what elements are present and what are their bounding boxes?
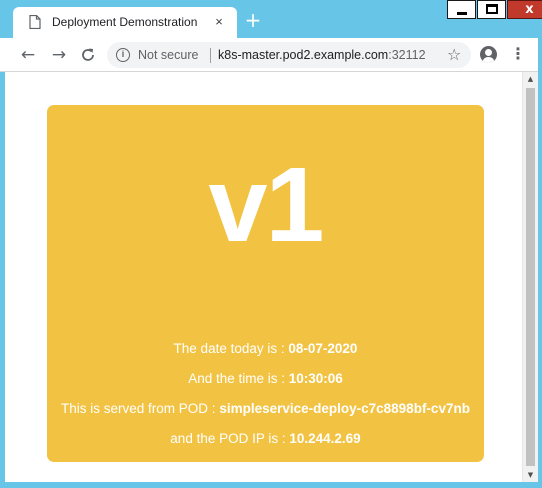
url-port: :32112	[388, 48, 426, 62]
scroll-up-icon[interactable]: ▲	[523, 72, 538, 86]
time-label: And the time is :	[188, 371, 289, 386]
pod-label: This is served from POD :	[61, 401, 220, 416]
forward-button[interactable]: →	[48, 44, 70, 66]
deployment-card: v1 The date today is : 08-07-2020 And th…	[47, 105, 484, 462]
address-bar[interactable]: i Not secure k8s-master.pod2.example.com…	[107, 42, 471, 68]
ip-value: 10.244.2.69	[289, 431, 361, 446]
close-icon: x	[525, 2, 534, 17]
browser-tab[interactable]: Deployment Demonstration ×	[13, 7, 237, 38]
page-viewport: v1 The date today is : 08-07-2020 And th…	[5, 72, 522, 482]
version-heading: v1	[208, 146, 325, 264]
maximize-icon	[486, 4, 498, 14]
maximize-button[interactable]	[477, 0, 506, 19]
account-icon[interactable]	[480, 46, 497, 63]
menu-icon[interactable]: ⋮	[510, 43, 526, 65]
url-divider	[210, 48, 211, 63]
time-line: And the time is : 10:30:06	[37, 371, 494, 386]
minimize-icon	[457, 12, 467, 15]
ip-label: and the POD IP is :	[170, 431, 290, 446]
tab-close-icon[interactable]: ×	[211, 14, 227, 30]
url-host: k8s-master.pod2.example.com	[218, 48, 389, 62]
window-frame-right	[538, 38, 542, 488]
star-icon[interactable]: ☆	[447, 45, 461, 64]
minimize-button[interactable]	[447, 0, 476, 19]
new-tab-button[interactable]: +	[243, 10, 263, 31]
window-controls: x	[447, 0, 542, 20]
back-button[interactable]: ←	[17, 44, 39, 66]
account-head	[485, 49, 492, 56]
page-icon	[29, 15, 41, 29]
pod-line: This is served from POD : simpleservice-…	[37, 401, 494, 416]
title-bar: Deployment Demonstration × + x	[0, 0, 542, 38]
reload-button[interactable]	[77, 44, 99, 66]
date-value: 08-07-2020	[288, 341, 358, 356]
reload-icon	[82, 48, 94, 61]
security-label[interactable]: Not secure	[138, 48, 198, 62]
window-close-button[interactable]: x	[507, 0, 542, 19]
info-icon[interactable]: i	[116, 48, 130, 62]
url-text[interactable]: k8s-master.pod2.example.com:32112	[218, 48, 426, 62]
scroll-down-icon[interactable]: ▼	[523, 468, 538, 482]
time-value: 10:30:06	[288, 371, 343, 386]
ip-line: and the POD IP is : 10.244.2.69	[37, 431, 494, 446]
date-line: The date today is : 08-07-2020	[37, 341, 494, 356]
vertical-scrollbar[interactable]: ▲ ▼	[522, 72, 538, 482]
account-body	[483, 57, 494, 63]
window-frame-bottom	[0, 482, 542, 488]
scroll-thumb[interactable]	[526, 88, 535, 466]
browser-toolbar: ← → i Not secure k8s-master.pod2.example…	[0, 38, 542, 72]
pod-value: simpleservice-deploy-c7c8898bf-cv7nb	[219, 401, 470, 416]
date-label: The date today is :	[173, 341, 289, 356]
tab-title: Deployment Demonstration	[52, 15, 198, 29]
